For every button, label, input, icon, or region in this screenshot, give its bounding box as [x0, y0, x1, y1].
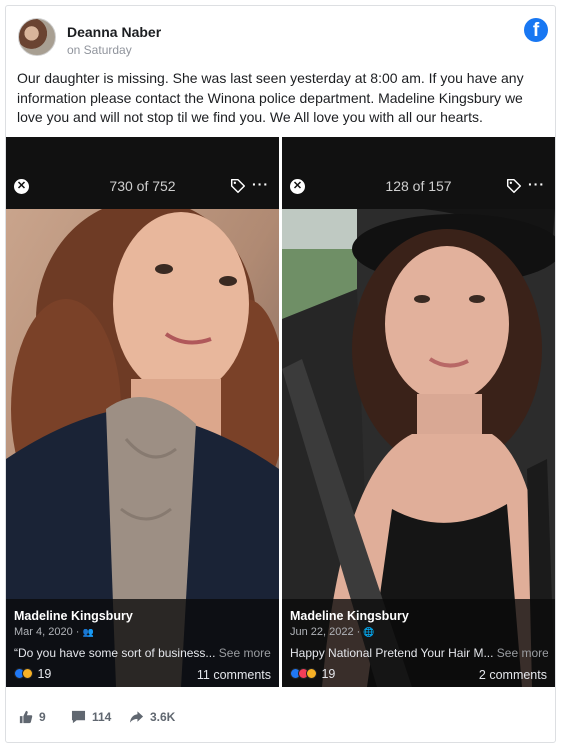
tag-icon[interactable] — [505, 177, 523, 195]
photo-date-text: Jun 22, 2022 · — [290, 626, 361, 638]
photo-caption: Happy National Pretend Your Hair M... Se… — [290, 646, 548, 660]
author-avatar[interactable] — [18, 18, 56, 56]
share-arrow-icon — [129, 711, 144, 723]
photo-info-panel: Madeline Kingsbury Mar 4, 2020 · 👥 “Do y… — [6, 599, 279, 687]
thumbs-up-icon — [19, 710, 33, 724]
see-more-link[interactable]: See more — [219, 646, 271, 660]
shares-count: 3.6K — [150, 710, 176, 724]
wow-reaction-icon — [22, 668, 33, 679]
facebook-logo-icon[interactable]: f — [524, 18, 548, 42]
comment-count[interactable]: 11 comments — [197, 668, 271, 682]
likes-count: 9 — [39, 710, 46, 724]
post-footer: 9 114 3.6K — [16, 706, 546, 730]
likes-button[interactable]: 9 — [19, 710, 46, 724]
shares-button[interactable]: 3.6K — [129, 710, 175, 724]
haha-reaction-icon — [306, 668, 317, 679]
photo-date-text: Mar 4, 2020 · — [14, 626, 80, 638]
facebook-post-embed: Deanna Naber on Saturday f Our daughter … — [5, 5, 556, 743]
tag-icon[interactable] — [229, 177, 247, 195]
reaction-count: 19 — [321, 667, 336, 681]
viewer-toolbar: ✕ 128 of 157 ··· — [282, 137, 555, 209]
photo-owner-name[interactable]: Madeline Kingsbury — [14, 609, 133, 623]
post-timestamp[interactable]: on Saturday — [67, 43, 132, 57]
caption-text: Happy National Pretend Your Hair M... — [290, 646, 494, 660]
more-options-icon[interactable]: ··· — [528, 176, 545, 192]
comments-count: 114 — [92, 710, 112, 724]
photo-date: Mar 4, 2020 · 👥 — [14, 626, 94, 638]
reaction-count: 19 — [37, 667, 52, 681]
comments-button[interactable]: 114 — [71, 710, 111, 724]
photo-caption: “Do you have some sort of business... Se… — [14, 646, 272, 660]
comment-bubble-icon — [71, 710, 86, 724]
more-options-icon[interactable]: ··· — [252, 176, 269, 192]
post-header: Deanna Naber on Saturday f — [16, 16, 548, 60]
photo-viewer-2[interactable]: ✕ 128 of 157 ··· Madeline Kingsbury Jun … — [282, 137, 555, 687]
caption-text: “Do you have some sort of business... — [14, 646, 216, 660]
reaction-summary[interactable]: 19 — [290, 667, 335, 681]
photo-viewer-1[interactable]: ✕ 730 of 752 ··· Madeline Kingsbury Mar … — [6, 137, 279, 687]
public-globe-icon: 🌐 — [363, 627, 375, 637]
friends-privacy-icon: 👥 — [82, 627, 94, 637]
comment-count[interactable]: 2 comments — [479, 668, 547, 682]
photo-info-panel: Madeline Kingsbury Jun 22, 2022 · 🌐 Happ… — [282, 599, 555, 687]
post-text: Our daughter is missing. She was last se… — [17, 70, 524, 125]
reaction-summary[interactable]: 19 — [14, 667, 51, 681]
viewer-toolbar: ✕ 730 of 752 ··· — [6, 137, 279, 209]
photo-date: Jun 22, 2022 · 🌐 — [290, 626, 375, 638]
photo-owner-name[interactable]: Madeline Kingsbury — [290, 609, 409, 623]
see-more-link[interactable]: See more — [497, 646, 548, 660]
author-name[interactable]: Deanna Naber — [67, 24, 161, 40]
